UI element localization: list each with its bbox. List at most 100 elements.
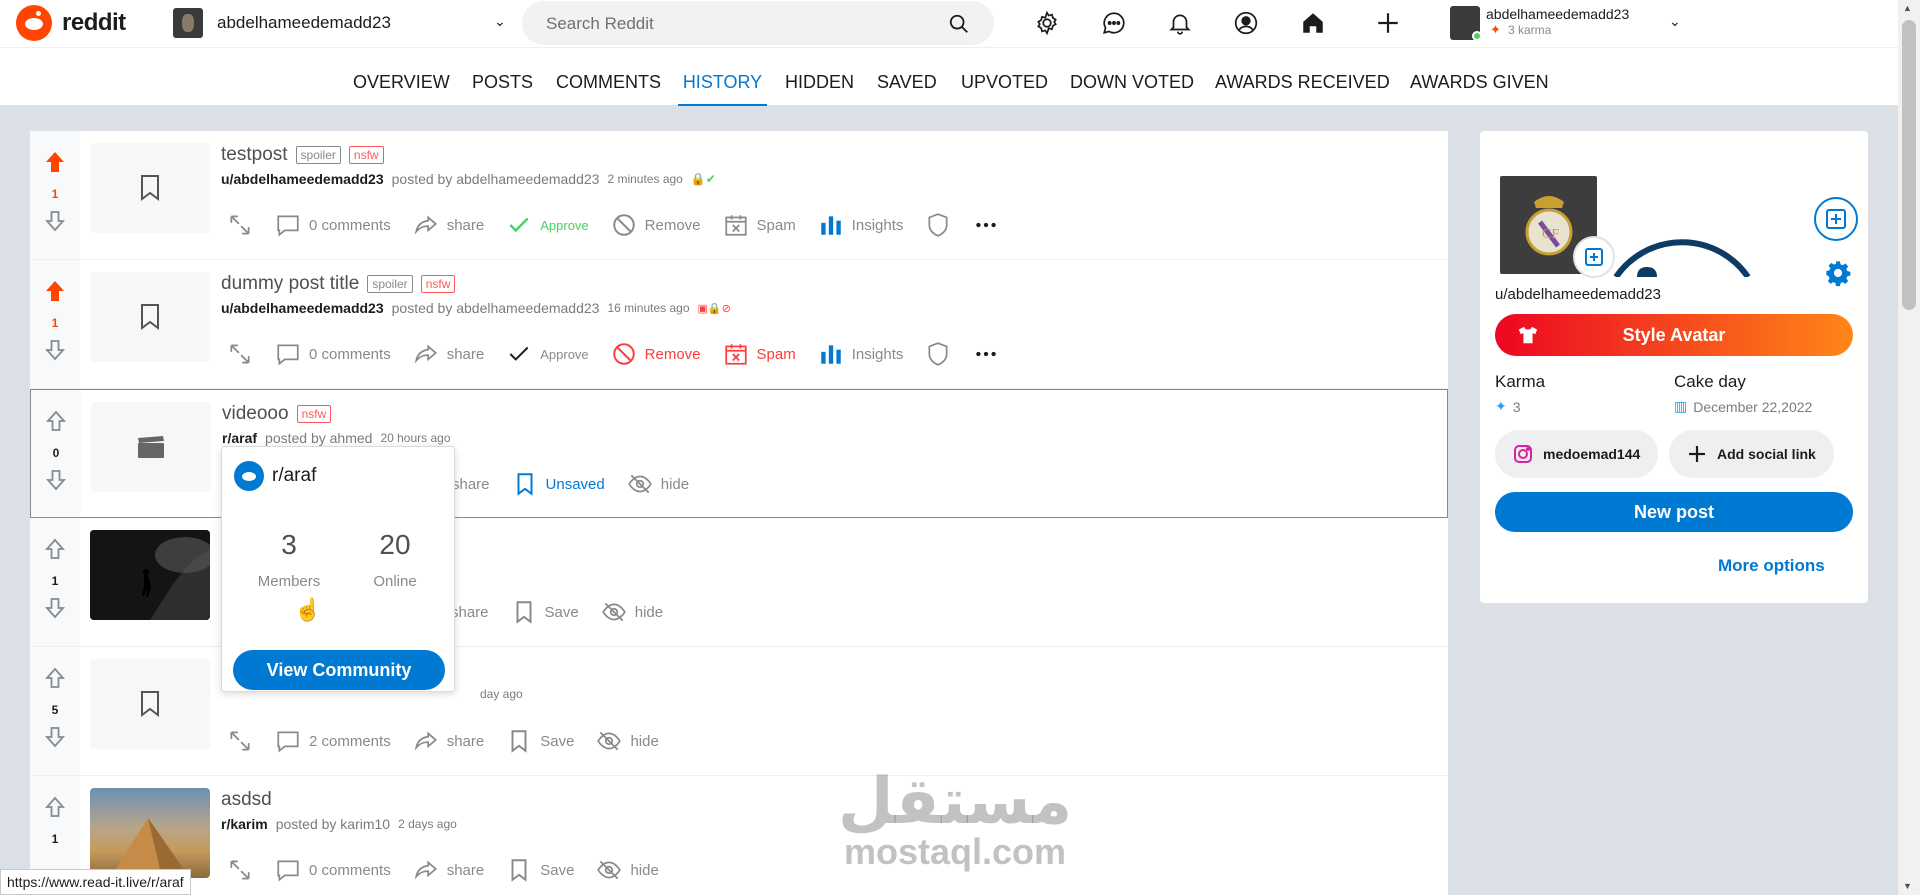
expand-button[interactable] — [227, 212, 253, 238]
upvote-arrow-icon[interactable] — [43, 537, 67, 561]
upvote-arrow-icon[interactable] — [44, 409, 68, 433]
chat-icon[interactable] — [1101, 10, 1127, 36]
add-social-link-button[interactable]: Add social link — [1669, 430, 1834, 478]
post-title[interactable]: testpost — [221, 144, 288, 166]
expand-button[interactable] — [227, 341, 253, 367]
post-author[interactable]: posted by karim10 — [276, 816, 390, 832]
home-icon[interactable] — [1300, 10, 1326, 36]
post-thumbnail[interactable] — [91, 402, 211, 492]
tab-hidden[interactable]: HIDDEN — [785, 48, 854, 106]
upvote-arrow-icon[interactable] — [43, 795, 67, 819]
more-button[interactable] — [973, 212, 999, 238]
share-button[interactable]: share — [413, 728, 484, 754]
expand-button[interactable] — [227, 857, 253, 883]
more-button[interactable] — [973, 341, 999, 367]
add-banner-button[interactable] — [1814, 197, 1858, 241]
upvote-arrow-icon[interactable] — [43, 279, 67, 303]
post-subreddit[interactable]: r/karim — [221, 816, 268, 832]
search-icon[interactable] — [948, 13, 970, 35]
scroll-down-arrow-icon[interactable]: ▼ — [1903, 881, 1912, 891]
gear-icon[interactable] — [1034, 10, 1060, 36]
post-thumbnail-photo[interactable] — [90, 788, 210, 878]
share-button[interactable]: share — [451, 604, 489, 621]
downvote-arrow-icon[interactable] — [43, 338, 67, 362]
save-button[interactable]: Save — [511, 599, 579, 625]
scrollbar-thumb[interactable] — [1902, 20, 1916, 310]
approve-button[interactable]: Approve — [506, 341, 589, 367]
upvote-arrow-icon[interactable] — [43, 666, 67, 690]
approve-button[interactable]: Approve — [506, 212, 589, 238]
community-switcher[interactable]: abdelhameedemadd23 — [173, 8, 391, 38]
tab-comments[interactable]: COMMENTS — [556, 48, 661, 106]
reddit-logo[interactable]: reddit — [16, 5, 126, 41]
share-button[interactable]: share — [413, 341, 484, 367]
unsave-button[interactable]: Unsaved — [512, 471, 605, 497]
community-name[interactable]: r/araf — [272, 465, 316, 487]
view-community-button[interactable]: View Community — [233, 650, 445, 690]
comments-button[interactable]: 0 comments — [275, 212, 391, 238]
spam-button[interactable]: Spam — [723, 341, 796, 367]
post-thumbnail[interactable] — [90, 272, 210, 362]
post-card[interactable]: 1 asdsd r/karim posted by karim10 2 days… — [30, 776, 1448, 895]
chevron-down-icon[interactable]: ⌄ — [1669, 13, 1681, 30]
spam-button[interactable]: Spam — [723, 212, 796, 238]
tab-saved[interactable]: SAVED — [877, 48, 937, 106]
tab-history[interactable]: HISTORY — [678, 48, 767, 106]
mod-shield-button[interactable] — [925, 212, 951, 238]
page-scrollbar[interactable]: ▲ ▼ — [1898, 0, 1920, 895]
downvote-arrow-icon[interactable] — [43, 725, 67, 749]
search-input[interactable]: Search Reddit — [546, 14, 654, 34]
downvote-arrow-icon[interactable] — [43, 209, 67, 233]
post-card[interactable]: 1 dummy post title spoiler nsfw u/abdelh… — [30, 260, 1448, 389]
bell-icon[interactable] — [1167, 10, 1193, 36]
downvote-arrow-icon[interactable] — [44, 468, 68, 492]
hide-button[interactable]: hide — [627, 471, 689, 497]
remove-button[interactable]: Remove — [611, 341, 701, 367]
tab-down-voted[interactable]: DOWN VOTED — [1070, 48, 1194, 106]
comments-button[interactable]: 2 comments — [275, 728, 391, 754]
tab-upvoted[interactable]: UPVOTED — [961, 48, 1048, 106]
tab-awards-received[interactable]: AWARDS RECEIVED — [1215, 48, 1390, 106]
post-title[interactable]: dummy post title — [221, 273, 359, 295]
insights-button[interactable]: Insights — [818, 341, 903, 367]
save-button[interactable]: Save — [506, 728, 574, 754]
post-card[interactable]: 1 testpost spoiler nsfw u/abdelhameedema… — [30, 131, 1448, 260]
tab-overview[interactable]: OVERVIEW — [353, 48, 450, 106]
post-subreddit[interactable]: u/abdelhameedemadd23 — [221, 300, 384, 316]
downvote-arrow-icon[interactable] — [43, 596, 67, 620]
profile-icon[interactable] — [1233, 10, 1259, 36]
post-thumbnail[interactable] — [90, 659, 210, 749]
share-button[interactable]: share — [413, 212, 484, 238]
chevron-down-icon[interactable]: ⌄ — [494, 13, 506, 30]
new-post-button[interactable]: New post — [1495, 492, 1853, 532]
account-menu[interactable]: abdelhameedemadd23 3 karma — [1450, 6, 1629, 41]
plus-icon[interactable] — [1375, 10, 1401, 36]
comments-button[interactable]: 0 comments — [275, 857, 391, 883]
instagram-link-button[interactable]: medoemad144 — [1495, 430, 1659, 478]
post-subreddit[interactable]: u/abdelhameedemadd23 — [221, 171, 384, 187]
post-subreddit[interactable]: r/araf — [222, 430, 257, 446]
hide-button[interactable]: hide — [596, 857, 659, 883]
post-title[interactable]: videooo — [222, 403, 289, 425]
post-title[interactable]: asdsd — [221, 789, 272, 811]
insights-button[interactable]: Insights — [818, 212, 903, 238]
post-author[interactable]: posted by ahmed — [265, 430, 372, 446]
post-thumbnail-photo[interactable] — [90, 530, 210, 620]
post-thumbnail[interactable] — [90, 143, 210, 233]
style-avatar-button[interactable]: Style Avatar — [1495, 314, 1853, 356]
post-author[interactable]: posted by abdelhameedemadd23 — [392, 300, 600, 316]
post-author[interactable]: posted by abdelhameedemadd23 — [392, 171, 600, 187]
upvote-arrow-icon[interactable] — [43, 150, 67, 174]
save-button[interactable]: Save — [506, 857, 574, 883]
share-button[interactable]: share — [452, 476, 490, 493]
settings-gear-icon[interactable] — [1824, 259, 1852, 287]
comments-button[interactable]: 0 comments — [275, 341, 391, 367]
mod-shield-button[interactable] — [925, 341, 951, 367]
hide-button[interactable]: hide — [596, 728, 659, 754]
expand-button[interactable] — [227, 728, 253, 754]
scroll-up-arrow-icon[interactable]: ▲ — [1903, 3, 1912, 13]
share-button[interactable]: share — [413, 857, 484, 883]
tab-posts[interactable]: POSTS — [472, 48, 533, 106]
search-bar[interactable]: Search Reddit — [522, 1, 994, 45]
hide-button[interactable]: hide — [601, 599, 663, 625]
